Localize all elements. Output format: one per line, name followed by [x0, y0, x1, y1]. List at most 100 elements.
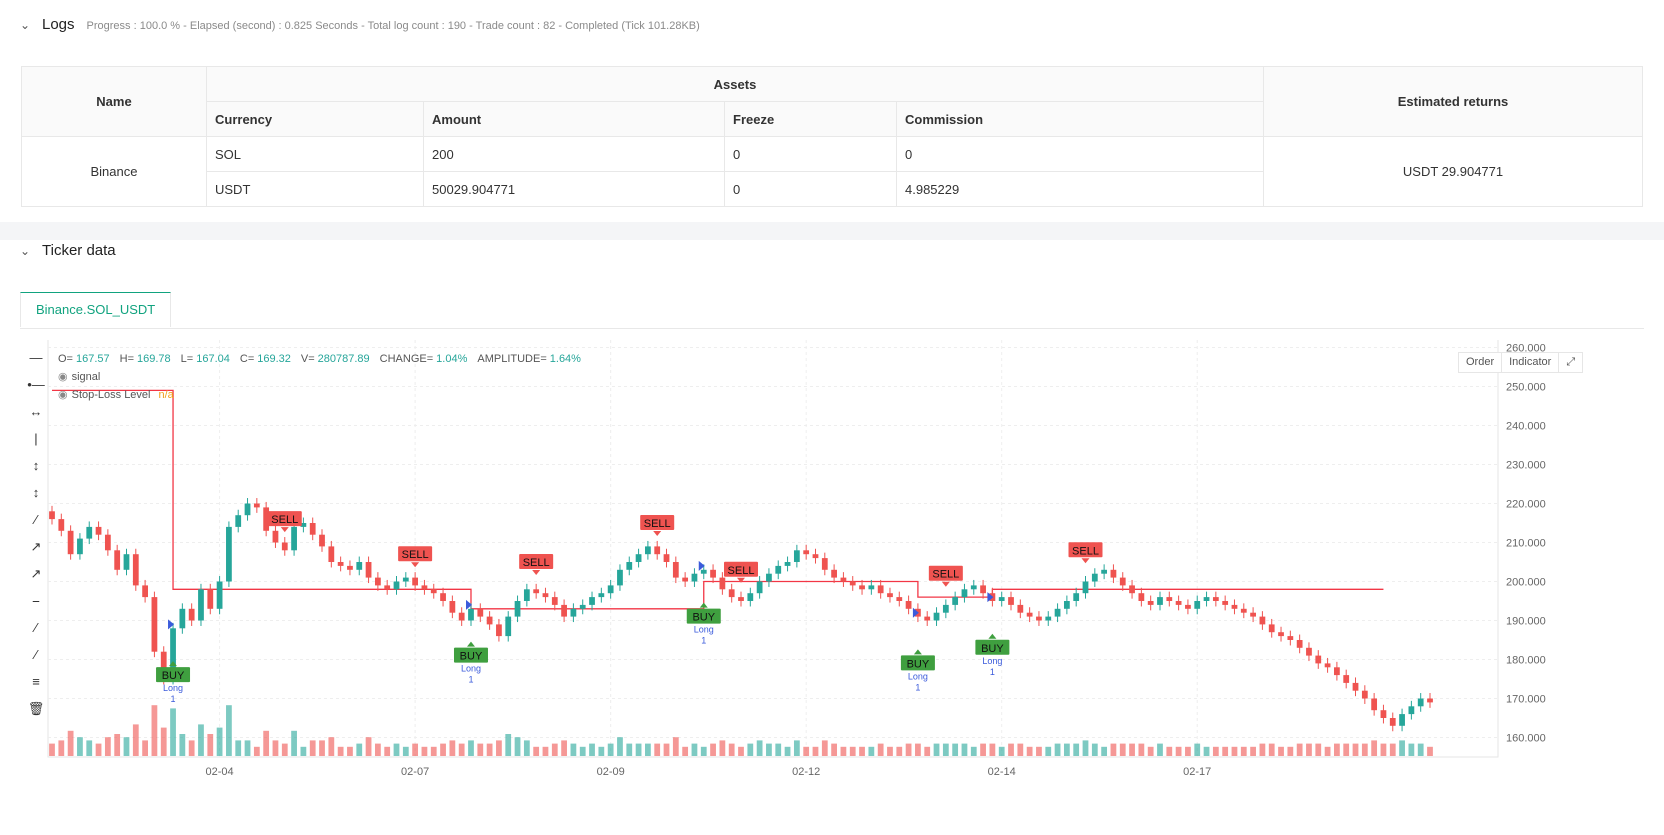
- trend-line-icon[interactable]: ∕: [24, 506, 48, 533]
- order-button[interactable]: Order: [1459, 353, 1503, 372]
- price-chart[interactable]: BUYLong1BUYLong1BUYLong1BUYLong1BUYLong1…: [0, 340, 1664, 835]
- signal-label: signal: [71, 371, 101, 383]
- horizontal-segment-icon[interactable]: ↔: [24, 398, 48, 425]
- arrow-line-icon[interactable]: ↗: [24, 560, 48, 587]
- volume-bar: [840, 746, 847, 756]
- candle-body: [523, 589, 530, 601]
- candle-body: [328, 546, 335, 562]
- legend-signal[interactable]: ◉ signal: [58, 368, 587, 386]
- candle-body: [235, 515, 242, 527]
- stop-loss-path: [52, 389, 1384, 610]
- tab-binance-sol-usdt[interactable]: Binance.SOL_USDT: [20, 292, 172, 327]
- candle-body: [179, 608, 186, 629]
- volume-bar: [756, 740, 763, 756]
- volume-bar: [915, 743, 921, 756]
- candle-body: [551, 597, 558, 605]
- legend-stop-loss[interactable]: ◉ Stop-Loss Level n/a: [58, 386, 587, 404]
- ohlc-item: C= 169.32: [240, 350, 294, 368]
- candle-body: [347, 565, 353, 570]
- candle-body: [700, 569, 707, 574]
- ohlc-value: 169.78: [137, 353, 171, 365]
- ray-line-icon[interactable]: ↗: [24, 533, 48, 560]
- volume-bar: [1371, 740, 1378, 756]
- volume-bar: [198, 724, 204, 756]
- candle-body: [77, 538, 83, 555]
- volume-bar: [67, 730, 74, 756]
- qty-label: 1: [990, 667, 995, 677]
- vertical-ray-icon[interactable]: ↕: [24, 452, 48, 479]
- volume-bar: [784, 746, 791, 756]
- ohlc-key: V=: [300, 353, 315, 365]
- ohlc-readout: O= 167.57 H= 169.78 L= 167.04 C= 169.32 V= 280787…: [58, 350, 587, 368]
- chevron-down-icon[interactable]: ⌄: [20, 18, 32, 32]
- signal-label: SELL: [523, 557, 550, 569]
- volume-bar: [468, 740, 474, 756]
- candle-body: [626, 562, 633, 570]
- logs-header[interactable]: ⌄ Logs Progress : 100.0 % - Elapsed (sec…: [20, 16, 700, 33]
- candle-body: [1101, 569, 1108, 574]
- volume-bars: [49, 705, 1433, 756]
- fullscreen-icon[interactable]: ⤢: [1559, 353, 1582, 372]
- candle-body: [216, 581, 223, 609]
- horizontal-line-icon[interactable]: —: [24, 344, 48, 371]
- volume-bar: [235, 740, 242, 756]
- exchange-cell: Binance: [21, 136, 207, 207]
- eye-icon[interactable]: ◉: [58, 386, 68, 404]
- eye-icon[interactable]: ◉: [58, 368, 68, 386]
- logs-summary: Progress : 100.0 % - Elapsed (second) : …: [86, 20, 700, 32]
- vertical-line-icon[interactable]: |: [24, 425, 48, 452]
- y-tick-label: 180.000: [1506, 655, 1546, 667]
- indicator-button[interactable]: Indicator: [1502, 353, 1560, 372]
- volume-bar: [1045, 746, 1052, 756]
- sell-arrow: [941, 581, 950, 587]
- candle-body: [440, 593, 446, 601]
- candle-body: [1296, 640, 1303, 648]
- candle-body: [1278, 632, 1284, 637]
- volume-bar: [347, 746, 353, 756]
- y-tick-label: 230.000: [1506, 460, 1546, 472]
- candle-body: [1036, 616, 1042, 621]
- parallel-channel-icon[interactable]: ⁄: [24, 614, 48, 641]
- grid-lines-icon[interactable]: ≡: [24, 668, 48, 695]
- volume-bar: [1240, 746, 1247, 756]
- volume-bar: [961, 743, 968, 756]
- volume-bar: [970, 746, 977, 756]
- candle-body: [514, 601, 521, 617]
- volume-bar: [393, 743, 400, 756]
- candle-body: [1380, 710, 1387, 718]
- volume-bar: [793, 740, 800, 756]
- candle-body: [207, 589, 214, 609]
- candle-body: [337, 562, 344, 566]
- volume-bar: [402, 746, 409, 756]
- volume-bar: [691, 743, 698, 756]
- candle-body: [1287, 636, 1294, 640]
- volume-bar: [458, 743, 465, 756]
- candle-body: [1203, 597, 1210, 601]
- y-tick-label: 220.000: [1506, 499, 1546, 511]
- volume-bar: [877, 743, 884, 756]
- volume-bar: [645, 743, 651, 756]
- candle-body: [1054, 608, 1061, 617]
- chevron-down-icon[interactable]: ⌄: [20, 244, 32, 258]
- candle-body: [496, 624, 502, 637]
- candle-body: [719, 577, 726, 590]
- candle-body: [1231, 604, 1238, 609]
- price-label-icon[interactable]: ⎯: [24, 587, 48, 614]
- volume-bar: [58, 740, 65, 756]
- candle-body: [1082, 581, 1089, 594]
- volume-bar: [1138, 743, 1145, 756]
- vertical-segment-icon[interactable]: ↕: [24, 479, 48, 506]
- sell-arrow: [532, 570, 541, 575]
- horizontal-ray-icon[interactable]: •—: [24, 371, 48, 398]
- trash-icon[interactable]: 🗑: [24, 695, 48, 722]
- volume-bar: [1036, 746, 1042, 756]
- volume-bar: [1287, 746, 1294, 756]
- volume-bar: [1408, 743, 1415, 756]
- signal-label: BUY: [981, 643, 1004, 655]
- logs-title: Logs: [42, 16, 75, 33]
- chart-legend: O= 167.57 H= 169.78 L= 167.04 C= 169.32 V= 280787…: [58, 350, 587, 404]
- volume-bar: [1231, 746, 1238, 756]
- ticker-header[interactable]: ⌄ Ticker data: [20, 242, 116, 259]
- fibonacci-icon[interactable]: ⁄: [24, 641, 48, 668]
- candle-body: [291, 526, 297, 551]
